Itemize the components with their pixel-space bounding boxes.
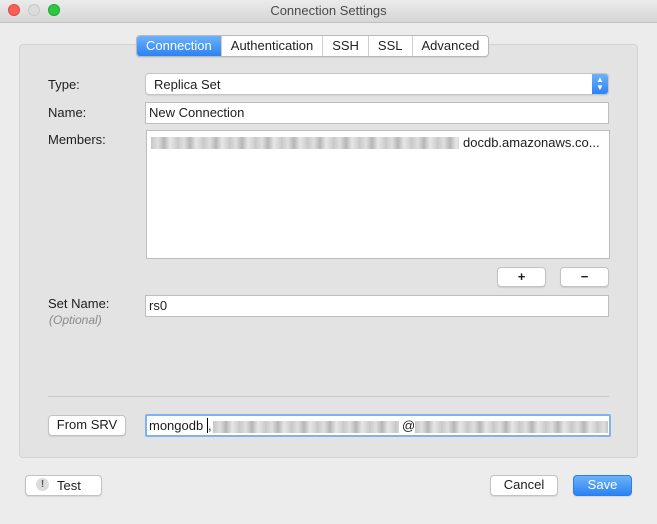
warning-icon: ! <box>36 478 49 491</box>
tab-connection[interactable]: Connection <box>137 36 221 56</box>
type-select[interactable]: Replica Set ▲ ▼ <box>145 73 609 95</box>
redacted-host <box>415 421 608 433</box>
redacted-host <box>151 137 459 149</box>
set-name-label: Set Name: <box>48 296 110 311</box>
name-label: Name: <box>48 105 87 120</box>
name-input[interactable]: New Connection <box>145 102 609 124</box>
redacted-credentials <box>213 421 399 433</box>
srv-uri-at: @ <box>402 418 416 433</box>
set-name-input[interactable]: rs0 <box>145 295 609 317</box>
section-divider <box>48 396 609 397</box>
tab-authentication[interactable]: Authentication <box>220 36 322 56</box>
test-button[interactable]: ! Test <box>25 475 102 496</box>
title-bar: Connection Settings <box>0 0 657 23</box>
from-srv-button[interactable]: From SRV <box>48 415 126 436</box>
members-list[interactable]: docdb.amazonaws.co... <box>146 130 610 259</box>
members-label: Members: <box>48 132 106 147</box>
tab-ssh[interactable]: SSH <box>322 36 368 56</box>
add-member-button[interactable]: + <box>497 267 546 287</box>
set-name-optional-label: (Optional) <box>49 313 102 327</box>
type-label: Type: <box>48 77 80 92</box>
save-button[interactable]: Save <box>573 475 632 496</box>
test-button-label: Test <box>57 478 81 493</box>
members-entry[interactable]: docdb.amazonaws.co... <box>463 135 600 150</box>
tab-bar: Connection Authentication SSH SSL Advanc… <box>136 35 490 57</box>
srv-uri-input[interactable]: mongodb , @ <box>145 414 611 437</box>
type-select-value: Replica Set <box>154 77 221 92</box>
tab-advanced[interactable]: Advanced <box>411 36 489 56</box>
select-arrows-icon: ▲ ▼ <box>592 74 608 94</box>
window-title: Connection Settings <box>270 3 387 18</box>
srv-uri-prefix: mongodb <box>149 418 204 433</box>
tab-ssl[interactable]: SSL <box>367 36 412 56</box>
cancel-button[interactable]: Cancel <box>490 475 558 496</box>
srv-uri-separator: , <box>208 418 212 433</box>
remove-member-button[interactable]: − <box>560 267 609 287</box>
